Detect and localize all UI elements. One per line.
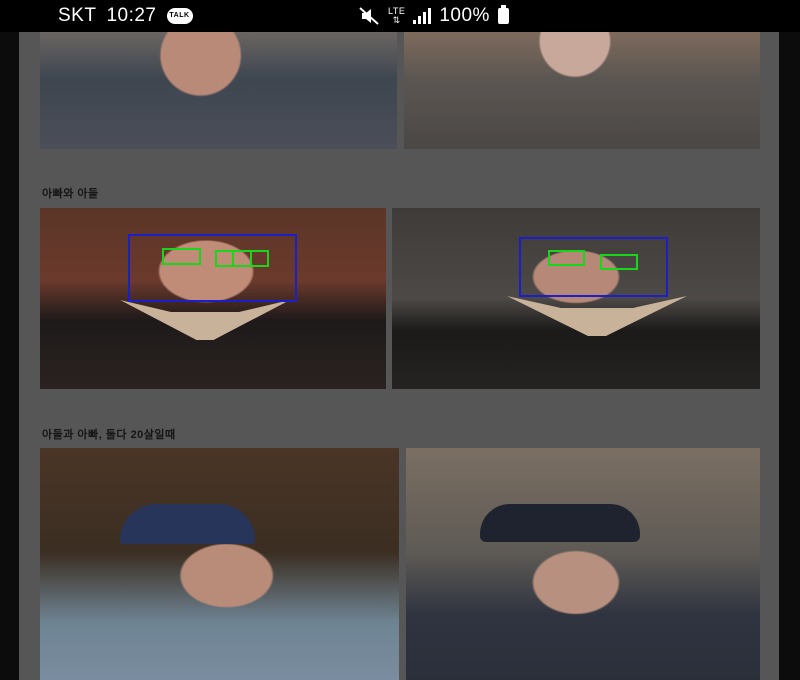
cap-shape [480, 504, 640, 542]
status-bar: SKT 10:27 TALK LTE ⇅ 100% [0, 0, 800, 32]
photo-son-baseball-cap [40, 448, 399, 680]
signal-icon [413, 8, 432, 24]
face-detection-box [128, 234, 297, 302]
photo-son-young [392, 208, 760, 389]
eye-detection-box [162, 248, 201, 265]
collar-shape [120, 300, 290, 340]
talk-icon: TALK [166, 8, 193, 24]
photo-father-young [40, 208, 386, 389]
battery-icon [497, 5, 509, 24]
carrier-label: SKT [58, 5, 97, 26]
collar-shape [507, 296, 687, 336]
cap-shape [120, 504, 255, 544]
battery-percent: 100% [439, 5, 490, 26]
eye-detection-box [232, 250, 269, 267]
mute-icon [358, 6, 380, 26]
eye-detection-box [600, 254, 638, 270]
face-detection-box [519, 237, 668, 297]
photo-son-sweater [404, 32, 760, 149]
caption-father-son: 아빠와 아들 [42, 188, 99, 200]
eye-detection-box [548, 250, 585, 266]
photo-father-police [406, 448, 760, 680]
article-screen: 아빠와 아들 아들과 아빠, 둘다 20살일때 [0, 32, 800, 680]
status-right: LTE ⇅ 100% [358, 5, 509, 27]
clock: 10:27 [106, 5, 157, 26]
article-page: 아빠와 아들 아들과 아빠, 둘다 20살일때 [19, 32, 779, 680]
status-left: SKT 10:27 TALK [58, 5, 193, 27]
lte-icon: LTE ⇅ [388, 6, 406, 25]
photo-father-sweater [40, 32, 397, 149]
caption-son-father-20s: 아들과 아빠, 둘다 20살일때 [42, 429, 176, 441]
network-label: LTE [388, 6, 406, 16]
